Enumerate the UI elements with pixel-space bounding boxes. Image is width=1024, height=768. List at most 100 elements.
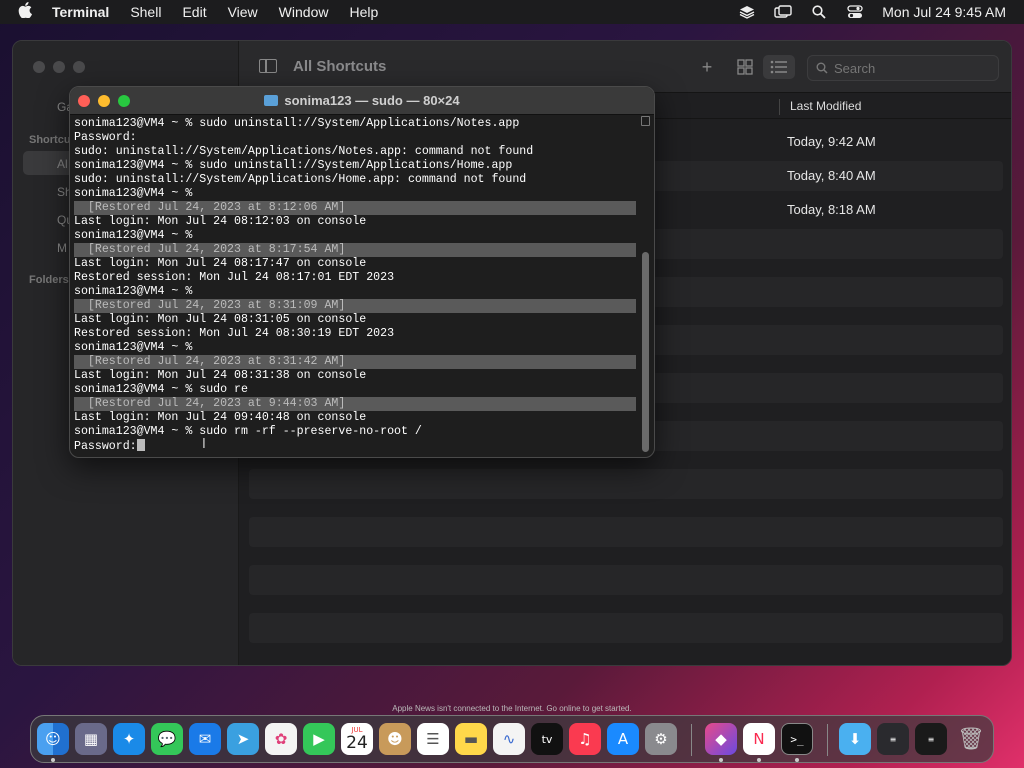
screen-mirroring-icon[interactable] [774, 5, 792, 19]
facetime-icon[interactable]: ▶ [303, 723, 335, 755]
terminal-line-text: [Restored Jul 24, 2023 at 9:44:03 AM] [74, 397, 346, 410]
shortcuts-app-icon[interactable]: ◆ [705, 723, 737, 755]
terminal-line: sonima123@VM4 ~ % sudo uninstall://Syste… [74, 159, 642, 173]
notes-icon[interactable]: ▬ [455, 723, 487, 755]
mail-icon[interactable]: ✉ [189, 723, 221, 755]
calendar-icon[interactable]: JUL 24 [341, 723, 373, 755]
menu-bar: Terminal Shell Edit View Window Help Mon… [0, 0, 1024, 24]
list-view-button[interactable] [763, 55, 795, 79]
terminal-line: Restored session: Mon Jul 24 08:30:19 ED… [74, 327, 642, 341]
photos-icon[interactable]: ✿ [265, 723, 297, 755]
close-button[interactable] [33, 61, 45, 73]
terminal-line: sonima123@VM4 ~ % [74, 341, 642, 355]
terminal-line: sonima123@VM4 ~ % sudo rm -rf --preserve… [74, 425, 642, 439]
freeform-icon[interactable]: ∿ [493, 723, 525, 755]
apple-menu-icon[interactable] [18, 1, 32, 23]
empty-row [249, 565, 1003, 595]
row-date: Today, 8:18 AM [787, 202, 876, 217]
menu-view[interactable]: View [228, 4, 258, 20]
dock-separator [691, 724, 692, 756]
menu-bar-clock[interactable]: Mon Jul 24 9:45 AM [882, 4, 1006, 20]
apple-tv-icon[interactable]: tv [531, 723, 563, 755]
terminal-line: Last login: Mon Jul 24 08:31:05 on conso… [74, 313, 642, 327]
menu-shell[interactable]: Shell [130, 4, 161, 20]
terminal-line: sonima123@VM4 ~ % sudo re [74, 383, 642, 397]
terminal-line: sonima123@VM4 ~ % sudo uninstall://Syste… [74, 117, 642, 131]
app-store-icon[interactable]: A [607, 723, 639, 755]
finder-icon[interactable]: ☺ [37, 723, 69, 755]
running-indicator [719, 758, 723, 762]
folder-icon [264, 95, 279, 106]
dock-separator [827, 724, 828, 756]
terminal-line-text: Last login: Mon Jul 24 08:17:47 on conso… [74, 257, 367, 270]
terminal-line-text: sonima123@VM4 ~ % [74, 285, 193, 298]
search-input[interactable] [834, 60, 984, 76]
grid-view-button[interactable] [731, 55, 759, 79]
menu-help[interactable]: Help [349, 4, 378, 20]
dock: ☺ ▦ ✦ 💬 ✉ ➤ ✿ ▶ JUL 24 ☻ ☰ ▬ ∿ tv ♫ A ⚙ … [30, 715, 994, 763]
sidebar-item-all[interactable]: Al [57, 157, 68, 171]
terminal-title-text: sonima123 — sudo — 80×24 [284, 93, 460, 108]
spotlight-search-icon[interactable] [810, 5, 828, 19]
system-settings-icon[interactable]: ⚙ [645, 723, 677, 755]
control-center-icon[interactable] [846, 5, 864, 19]
terminal-window[interactable]: sonima123 — sudo — 80×24 sonima123@VM4 ~… [69, 86, 655, 458]
terminal-line-text: sonima123@VM4 ~ % [74, 229, 193, 242]
terminal-line: Last login: Mon Jul 24 08:17:47 on conso… [74, 257, 642, 271]
terminal-line-text: Restored session: Mon Jul 24 08:17:01 ED… [74, 271, 395, 284]
sidebar-toggle-icon[interactable] [259, 59, 277, 73]
shortcuts-search-field[interactable] [807, 55, 999, 81]
search-icon [816, 62, 828, 74]
tv-label: tv [541, 732, 553, 746]
news-icon[interactable]: N [743, 723, 775, 755]
menu-app-terminal[interactable]: Terminal [52, 4, 109, 20]
shortcuts-window-controls [33, 61, 85, 73]
news-offline-notice: Apple News isn't connected to the Intern… [392, 704, 632, 713]
terminal-line-text: [Restored Jul 24, 2023 at 8:31:42 AM] [74, 355, 346, 368]
terminal-line-text: [Restored Jul 24, 2023 at 8:12:06 AM] [74, 201, 346, 214]
terminal-line-text: Last login: Mon Jul 24 08:12:03 on conso… [74, 215, 367, 228]
terminal-app-icon[interactable]: >_ [781, 723, 813, 755]
terminal-line-text: Last login: Mon Jul 24 08:31:05 on conso… [74, 313, 367, 326]
terminal-line-text: sudo: uninstall://System/Applications/No… [74, 145, 534, 158]
terminal-output[interactable]: sonima123@VM4 ~ % sudo uninstall://Syste… [70, 116, 642, 457]
menu-edit[interactable]: Edit [182, 4, 206, 20]
safari-icon[interactable]: ✦ [113, 723, 145, 755]
terminal-line: sudo: uninstall://System/Applications/Ho… [74, 173, 642, 187]
music-icon[interactable]: ♫ [569, 723, 601, 755]
empty-row [249, 517, 1003, 547]
terminal-restored-marker: [Restored Jul 24, 2023 at 8:17:54 AM] [74, 243, 636, 257]
launchpad-icon[interactable]: ▦ [75, 723, 107, 755]
terminal-restored-marker: [Restored Jul 24, 2023 at 9:44:03 AM] [74, 397, 636, 411]
calendar-day: 24 [346, 733, 368, 753]
menu-window[interactable]: Window [279, 4, 329, 20]
minimize-button[interactable] [53, 61, 65, 73]
empty-row [249, 613, 1003, 643]
layers-icon[interactable] [738, 5, 756, 19]
terminal-line: Restored session: Mon Jul 24 08:17:01 ED… [74, 271, 642, 285]
column-last-modified[interactable]: Last Modified [779, 99, 861, 115]
window-thumbnail-icon[interactable]: ≡ [915, 723, 947, 755]
terminal-titlebar[interactable]: sonima123 — sudo — 80×24 [70, 87, 654, 115]
window-thumbnail-icon[interactable]: ≡ [877, 723, 909, 755]
terminal-line-text: sonima123@VM4 ~ % [74, 341, 193, 354]
terminal-line: Password: [74, 131, 642, 145]
contacts-icon[interactable]: ☻ [379, 723, 411, 755]
trash-icon[interactable]: 🗑 [955, 723, 987, 755]
terminal-line: sonima123@VM4 ~ % [74, 285, 642, 299]
terminal-line: Last login: Mon Jul 24 08:31:38 on conso… [74, 369, 642, 383]
sidebar-item-menu[interactable]: M [57, 241, 67, 255]
add-shortcut-button[interactable]: + [693, 55, 721, 79]
terminal-scrollbar[interactable] [641, 116, 650, 456]
messages-icon[interactable]: 💬 [151, 723, 183, 755]
terminal-cursor [136, 439, 145, 451]
zoom-button[interactable] [73, 61, 85, 73]
terminal-restored-marker: [Restored Jul 24, 2023 at 8:12:06 AM] [74, 201, 636, 215]
downloads-folder-icon[interactable]: ⬇ [839, 723, 871, 755]
maps-icon[interactable]: ➤ [227, 723, 259, 755]
terminal-line-text: sonima123@VM4 ~ % sudo uninstall://Syste… [74, 159, 513, 172]
reminders-icon[interactable]: ☰ [417, 723, 449, 755]
terminal-line: Password: [74, 439, 642, 453]
terminal-line: sonima123@VM4 ~ % [74, 187, 642, 201]
scrollbar-thumb[interactable] [642, 252, 649, 452]
